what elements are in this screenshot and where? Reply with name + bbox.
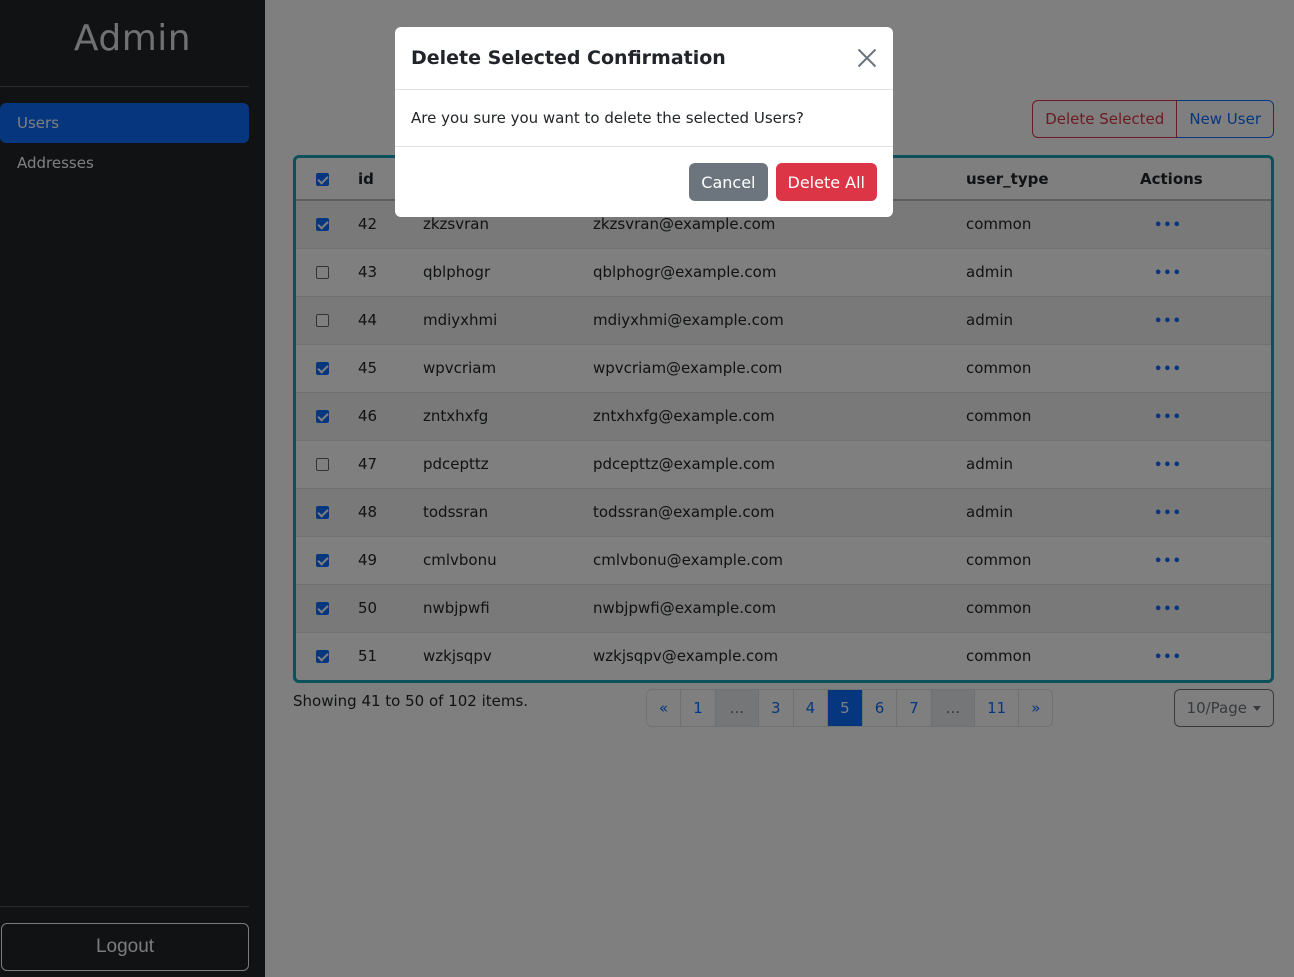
close-icon[interactable]: [857, 48, 877, 68]
modal-title: Delete Selected Confirmation: [411, 47, 726, 69]
cancel-button[interactable]: Cancel: [689, 163, 768, 201]
delete-all-button[interactable]: Delete All: [775, 163, 877, 201]
modal-body: Are you sure you want to delete the sele…: [395, 90, 893, 147]
modal-message: Are you sure you want to delete the sele…: [411, 109, 804, 127]
modal-footer: Cancel Delete All: [395, 147, 893, 217]
modal-header: Delete Selected Confirmation: [395, 27, 893, 90]
delete-confirmation-modal: Delete Selected Confirmation Are you sur…: [395, 27, 893, 217]
